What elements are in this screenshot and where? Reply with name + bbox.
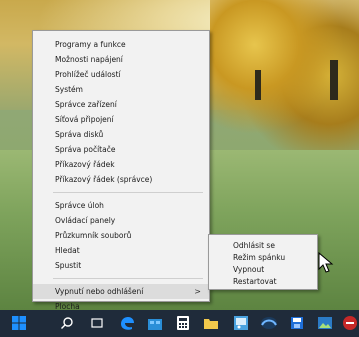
calculator-icon[interactable]	[174, 314, 192, 332]
submenu-item-label: Vypnout	[233, 265, 265, 274]
menu-item-programs-features[interactable]: Programy a funkce	[33, 37, 209, 52]
menu-item-label: Příkazový řádek	[55, 160, 115, 169]
desktop: Programy a funkce Možnosti napájení Proh…	[0, 0, 359, 337]
submenu-item-label: Režim spánku	[233, 253, 286, 262]
store-icon[interactable]	[146, 314, 164, 332]
menu-item-label: Vypnutí nebo odhlášení	[55, 287, 144, 296]
winx-context-menu: Programy a funkce Možnosti napájení Proh…	[32, 30, 210, 311]
menu-item-label: Možnosti napájení	[55, 55, 123, 64]
menu-item-label: Správce zařízení	[55, 100, 117, 109]
menu-item-device-manager[interactable]: Správce zařízení	[33, 97, 209, 112]
menu-item-label: Programy a funkce	[55, 40, 126, 49]
tree-trunk	[330, 60, 338, 100]
task-view-icon[interactable]	[88, 314, 106, 332]
search-icon[interactable]	[58, 314, 76, 332]
menu-item-file-explorer[interactable]: Průzkumník souborů	[33, 228, 209, 243]
submenu-item-restart[interactable]: Restartovat	[209, 276, 317, 288]
paint-icon[interactable]	[232, 314, 250, 332]
photos-icon[interactable]	[316, 314, 334, 332]
menu-item-computer-management[interactable]: Správa počítače	[33, 142, 209, 157]
submenu-item-label: Restartovat	[233, 277, 277, 286]
steam-icon[interactable]	[260, 314, 278, 332]
menu-separator	[53, 278, 203, 279]
red-app-icon[interactable]	[341, 314, 359, 332]
windows-start-icon[interactable]	[10, 314, 28, 332]
menu-item-label: Příkazový řádek (správce)	[55, 175, 153, 184]
file-explorer-icon[interactable]	[202, 314, 220, 332]
chevron-right-icon: >	[194, 287, 201, 296]
shutdown-submenu: Odhlásit se Režim spánku Vypnout Restart…	[208, 234, 318, 290]
menu-item-label: Správa disků	[55, 130, 104, 139]
menu-item-disk-management[interactable]: Správa disků	[33, 127, 209, 142]
menu-item-system[interactable]: Systém	[33, 82, 209, 97]
menu-item-shutdown-signout[interactable]: Vypnutí nebo odhlášení >	[33, 284, 209, 299]
edge-browser-icon[interactable]	[118, 314, 136, 332]
taskbar	[0, 310, 359, 337]
menu-item-control-panel[interactable]: Ovládací panely	[33, 213, 209, 228]
menu-item-run[interactable]: Spustit	[33, 258, 209, 273]
mouse-pointer-icon	[318, 252, 334, 273]
submenu-item-sleep[interactable]: Režim spánku	[209, 252, 317, 264]
menu-item-command-prompt-admin[interactable]: Příkazový řádek (správce)	[33, 172, 209, 187]
menu-item-label: Hledat	[55, 246, 80, 255]
menu-item-power-options[interactable]: Možnosti napájení	[33, 52, 209, 67]
menu-item-label: Systém	[55, 85, 83, 94]
menu-item-event-viewer[interactable]: Prohlížeč událostí	[33, 67, 209, 82]
menu-item-label: Síťová připojení	[55, 115, 114, 124]
menu-item-label: Ovládací panely	[55, 216, 116, 225]
menu-item-label: Prohlížeč událostí	[55, 70, 121, 79]
menu-item-task-manager[interactable]: Správce úloh	[33, 198, 209, 213]
menu-item-label: Spustit	[55, 261, 82, 270]
menu-item-search[interactable]: Hledat	[33, 243, 209, 258]
menu-item-command-prompt[interactable]: Příkazový řádek	[33, 157, 209, 172]
menu-item-label: Správa počítače	[55, 145, 116, 154]
menu-item-label: Průzkumník souborů	[55, 231, 132, 240]
submenu-item-label: Odhlásit se	[233, 241, 275, 250]
tree-trunk	[255, 70, 261, 100]
save-disk-icon[interactable]	[288, 314, 306, 332]
submenu-item-sign-out[interactable]: Odhlásit se	[209, 240, 317, 252]
submenu-item-shut-down[interactable]: Vypnout	[209, 264, 317, 276]
menu-item-label: Správce úloh	[55, 201, 104, 210]
menu-item-network-connections[interactable]: Síťová připojení	[33, 112, 209, 127]
menu-separator	[53, 192, 203, 193]
